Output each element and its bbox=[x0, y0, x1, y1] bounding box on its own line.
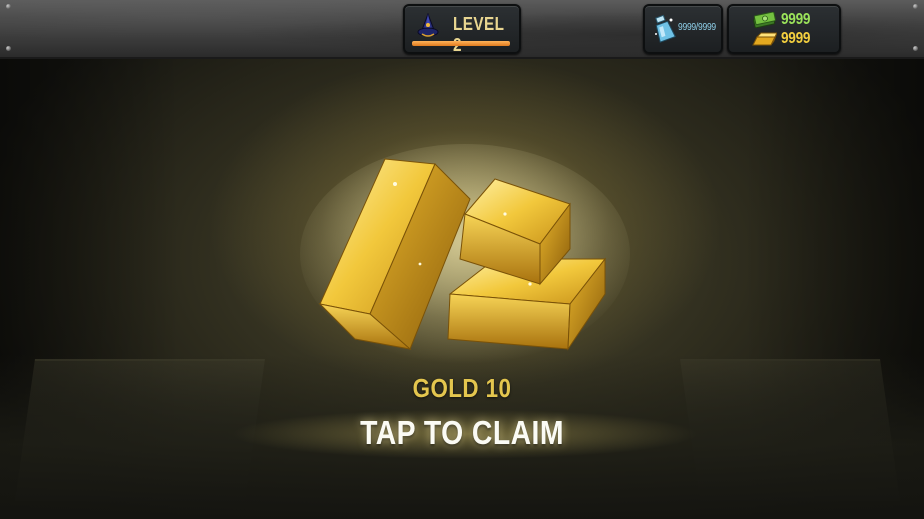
cash-stack-icon bbox=[753, 12, 776, 28]
gold-bars-icon bbox=[300, 144, 630, 364]
gold-bar-icon bbox=[752, 32, 777, 46]
rivet bbox=[913, 46, 918, 51]
rivet bbox=[6, 4, 11, 9]
cash-counter: 9999 bbox=[781, 11, 811, 28]
currency-panel[interactable]: 9999 9999 bbox=[727, 4, 841, 54]
top-hud-bar: LEVEL 2 9999/9999 9999 bbox=[0, 0, 924, 59]
level-label: LEVEL 2 bbox=[453, 14, 505, 55]
level-progress-bar bbox=[412, 41, 510, 46]
tap-to-claim-button[interactable]: TAP TO CLAIM bbox=[65, 414, 860, 452]
mage-hat-icon bbox=[417, 13, 439, 37]
reward-screen: LEVEL 2 9999/9999 9999 bbox=[0, 0, 924, 519]
rivet bbox=[913, 4, 918, 9]
potion-bottle-icon bbox=[655, 14, 676, 43]
gems-panel[interactable]: 9999/9999 bbox=[643, 4, 723, 54]
reward-scene[interactable]: GOLD 10 TAP TO CLAIM bbox=[0, 59, 924, 519]
gems-counter: 9999/9999 bbox=[678, 22, 716, 33]
level-panel[interactable]: LEVEL 2 bbox=[403, 4, 521, 55]
reward-title: GOLD 10 bbox=[412, 373, 512, 403]
rivet bbox=[6, 46, 11, 51]
level-progress-fill bbox=[412, 41, 510, 46]
gold-counter: 9999 bbox=[781, 30, 811, 47]
